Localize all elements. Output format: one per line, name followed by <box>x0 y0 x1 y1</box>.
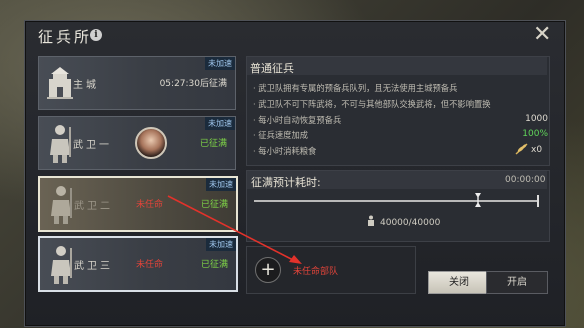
appoint-status: 未任命 <box>136 260 164 270</box>
slot-name: 武卫三 <box>74 261 113 272</box>
add-troop-button[interactable]: + <box>255 257 281 283</box>
stat-value: 1000 <box>525 114 548 124</box>
slot-guard-1[interactable]: 未加速 武卫一 已征满 <box>38 116 236 170</box>
slot-status: 已征满 <box>200 200 228 210</box>
slider-end-tick <box>537 195 539 207</box>
grain-icon <box>515 143 528 155</box>
slider-handle[interactable] <box>475 193 482 207</box>
slot-main-city[interactable]: 未加速 主城 05:27:30后征满 <box>38 56 236 110</box>
window-title: 征兵所 <box>38 28 93 46</box>
speed-tag: 未加速 <box>205 117 235 130</box>
stat-label: · 每小时消耗粮食 <box>253 146 317 156</box>
recruit-time-value: 00:00:00 <box>505 175 546 185</box>
info-line: · 武卫队不可下阵武将，不可与其他部队交换武将，但不影响置换 <box>253 99 491 109</box>
close-button[interactable]: 关闭 <box>428 271 490 294</box>
slot-name: 武卫二 <box>74 201 113 212</box>
stat-value: 100% <box>522 129 548 139</box>
reserve-count: 40000/40000 <box>380 218 441 228</box>
open-button[interactable]: 开启 <box>486 271 548 294</box>
soldier-icon <box>50 125 71 163</box>
soldier-icon <box>51 186 72 224</box>
slot-guard-2[interactable]: 未加速 武卫二 未任命 已征满 <box>38 176 238 232</box>
info-line: · 武卫队拥有专属的预备兵队列，且无法使用主城预备兵 <box>253 83 458 93</box>
slot-status: 05:27:30后征满 <box>159 79 227 89</box>
recruit-time-label: 征满预计耗时: <box>251 176 321 189</box>
stat-value: x0 <box>531 145 543 155</box>
close-icon[interactable]: ✕ <box>533 24 551 46</box>
speed-tag: 未加速 <box>206 238 236 251</box>
speed-tag: 未加速 <box>205 57 235 70</box>
info-icon[interactable]: i <box>90 29 102 41</box>
reserve-soldier-icon <box>368 215 374 226</box>
stat-label: · 征兵速度加成 <box>253 130 309 140</box>
speed-tag: 未加速 <box>206 178 236 191</box>
slot-name: 主城 <box>73 80 99 91</box>
recruit-slider-track[interactable] <box>254 200 538 202</box>
general-portrait[interactable] <box>135 127 167 159</box>
appoint-status: 未任命 <box>136 200 164 210</box>
soldier-icon <box>51 246 72 284</box>
slot-status: 已征满 <box>200 260 228 270</box>
slot-status: 已征满 <box>199 139 227 149</box>
slot-name: 武卫一 <box>73 140 112 151</box>
info-heading: 普通征兵 <box>250 62 294 75</box>
slot-guard-3[interactable]: 未加速 武卫三 未任命 已征满 <box>38 236 238 292</box>
troop-label: 未任命部队 <box>293 267 339 277</box>
stat-label: · 每小时自动恢复预备兵 <box>253 115 342 125</box>
fortress-icon <box>47 67 73 99</box>
